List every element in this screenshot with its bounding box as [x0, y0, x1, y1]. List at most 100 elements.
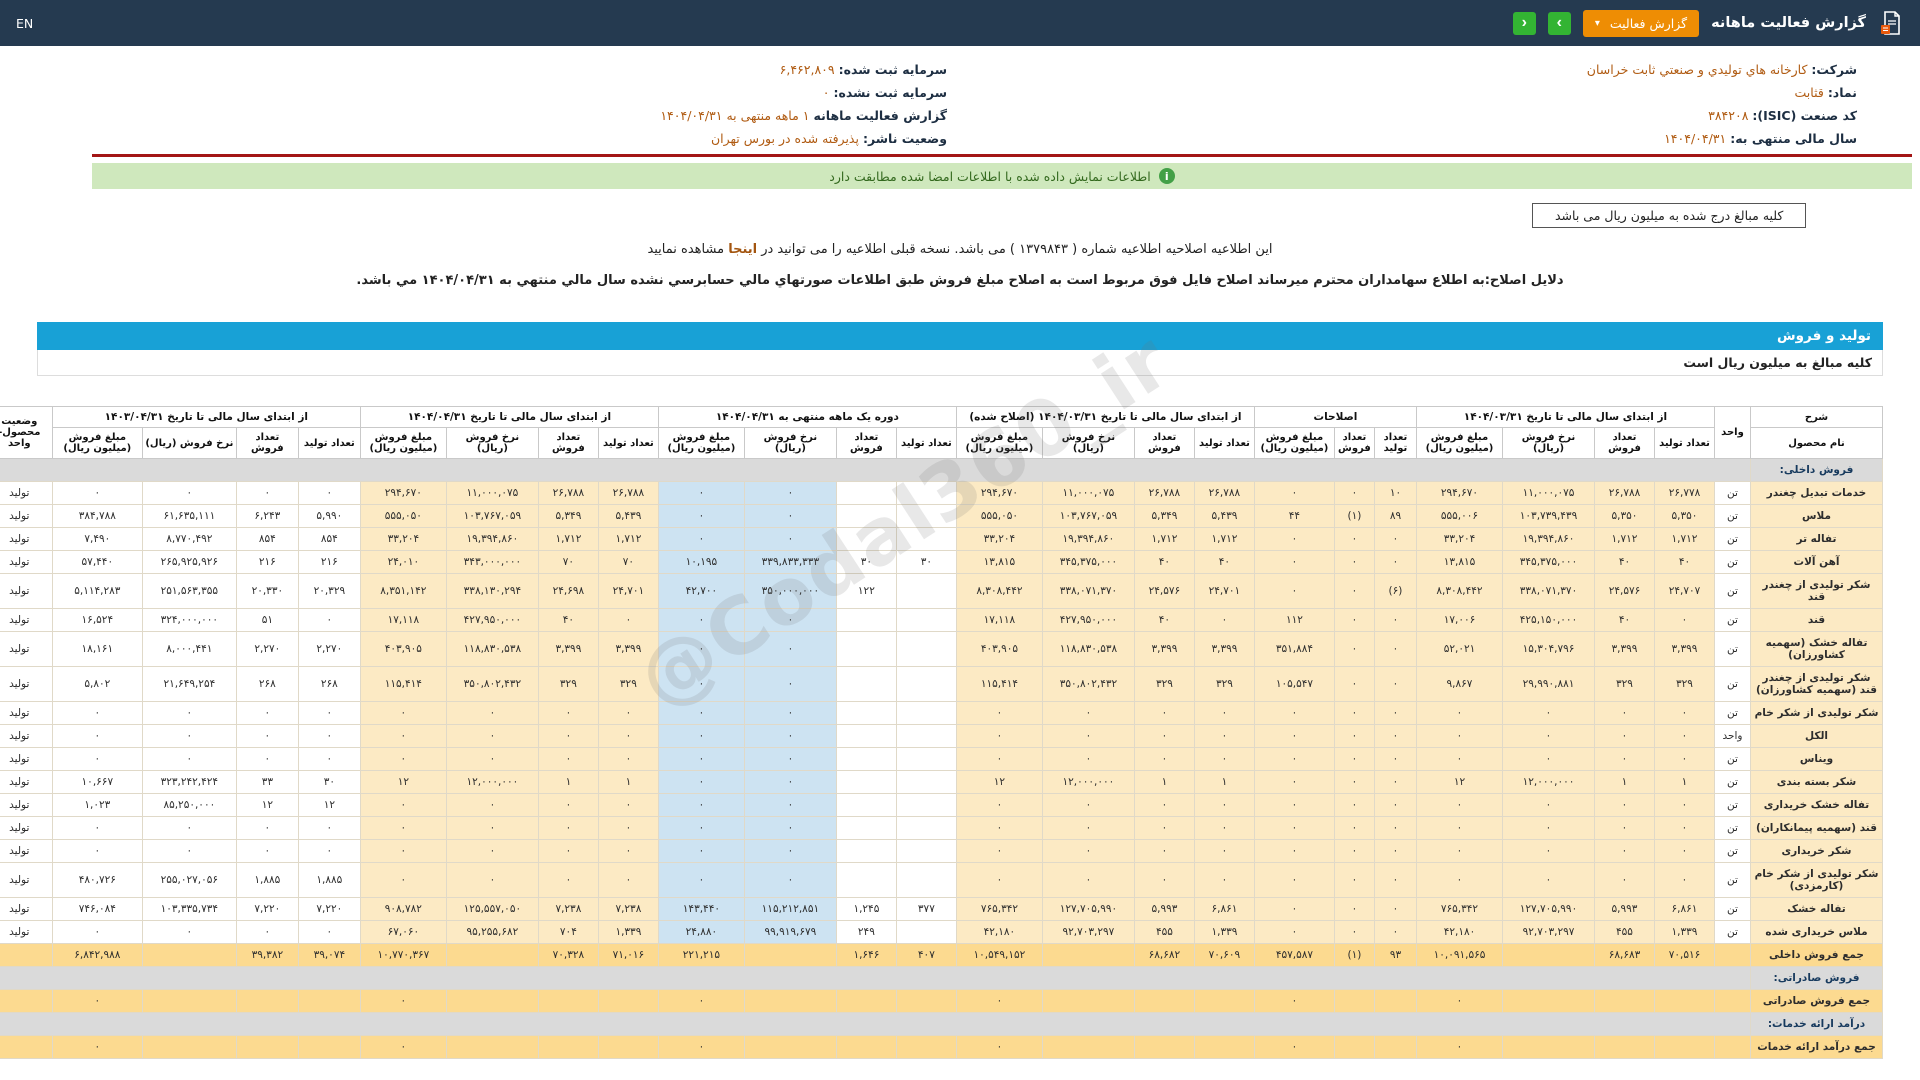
table-cell: ۴۰: [1133, 550, 1195, 574]
table-cell: ۰: [297, 608, 361, 632]
signature-match-text: اطلاعات نمایش داده شده با اطلاعات امضا ش…: [829, 168, 1151, 184]
table-cell: ۲۴,۰۱۰: [359, 550, 447, 574]
table-cell: ۰: [445, 701, 539, 725]
table-cell: ۸,۰۰۰,۴۴۱: [141, 631, 237, 667]
table-cell: ۰: [1193, 701, 1255, 725]
table-cell: ۰: [359, 724, 447, 748]
product-name: تفاله تر: [1750, 527, 1883, 551]
section-row: درآمد ارائه خدمات:: [0, 1012, 1883, 1036]
table-cell: ۱۴۳,۴۴۰: [657, 897, 745, 921]
report-type-dropdown[interactable]: گزارش فعالیت ▾: [1582, 9, 1700, 37]
product-name: قند (سهمیه پیمانکاران): [1750, 816, 1883, 840]
table-cell: [1193, 1035, 1255, 1059]
table-cell: ۰: [597, 816, 659, 840]
table-cell: ۱۲: [955, 770, 1043, 794]
table-cell: ۰: [1654, 862, 1715, 898]
table-cell: [1654, 989, 1715, 1013]
table-cell: ۷۰,۶۰۹: [1193, 943, 1255, 967]
table-cell: ۰: [1041, 747, 1135, 771]
table-cell: ۰: [1133, 839, 1195, 863]
product-unit: تن: [1714, 701, 1751, 725]
table-cell: ۰: [537, 816, 599, 840]
table-cell: ۰: [1654, 608, 1715, 632]
table-cell: ۳۳۸,۱۳۰,۲۹۴: [445, 573, 539, 609]
product-row: قند تن ۰ ۴۰ ۴۲۵,۱۵۰,۰۰۰ ۱۷,۰۰۶ ۰ ۰ ۱۱۲ ۰ ۴۰ ۴۲۷,۹۵۰…: [0, 608, 1883, 632]
info-row: نماد: قثابت سرمایه ثبت نشده: ۰: [92, 81, 1912, 104]
table-cell: [895, 481, 957, 505]
table-cell: ۰: [657, 989, 745, 1013]
table-cell: ۲,۲۷۰: [235, 631, 299, 667]
product-unit: تن: [1714, 770, 1751, 794]
table-cell: [835, 862, 897, 898]
table-cell: [895, 793, 957, 817]
table-cell: ۰: [743, 701, 837, 725]
table-cell: ۰: [1253, 527, 1335, 551]
table-cell: ۰: [1373, 770, 1417, 794]
table-cell: ۳۰: [895, 550, 957, 574]
table-cell: ۰: [955, 989, 1043, 1013]
table-cell: [743, 989, 837, 1013]
table-cell: ۰: [1193, 724, 1255, 748]
table-cell: ۰: [1502, 839, 1595, 863]
product-unit: تن: [1714, 573, 1751, 609]
table-cell: [1041, 943, 1135, 967]
product-name: شکر تولیدی از چغندر قند: [1750, 573, 1883, 609]
product-unit: تن: [1714, 550, 1751, 574]
table-cell: ۰: [445, 747, 539, 771]
table-cell: ۵,۸۰۲: [51, 666, 143, 702]
table-cell: [1594, 989, 1655, 1013]
table-cell: ۱۰۳,۷۶۷,۰۵۹: [1041, 504, 1135, 528]
table-cell: ۰: [657, 504, 745, 528]
table-cell: ۲۶,۷۸۸: [1594, 481, 1655, 505]
language-toggle-en[interactable]: EN: [16, 16, 33, 31]
table-cell: ۰: [297, 816, 361, 840]
table-cell: ۸,۷۷۰,۴۹۲: [141, 527, 237, 551]
isic-label: کد صنعت (ISIC):: [1752, 108, 1857, 123]
table-cell: ۱,۳۳۹: [597, 920, 659, 944]
table-cell: ۰: [955, 862, 1043, 898]
table-cell: ۰: [141, 724, 237, 748]
table-cell: [895, 839, 957, 863]
table-cell: ۱,۸۸۵: [297, 862, 361, 898]
table-cell: ۱۲: [235, 793, 299, 817]
table-cell: ۰: [359, 747, 447, 771]
table-cell: ۰: [1373, 701, 1417, 725]
table-cell: ۳۵۰,۸۰۲,۴۳۲: [1041, 666, 1135, 702]
previous-version-link[interactable]: اینجا: [728, 242, 757, 257]
table-cell: ۲۰,۳۲۹: [297, 573, 361, 609]
table-cell: ۰: [955, 1035, 1043, 1059]
table-cell: ۷۶۵,۳۴۲: [1415, 897, 1504, 921]
table-cell: ۲۹۴,۶۷۰: [955, 481, 1043, 505]
table-cell: ۱,۳۳۹: [1654, 920, 1715, 944]
table-cell: ۰: [657, 747, 745, 771]
prev-announcement-button[interactable]: ‹: [1512, 11, 1536, 35]
product-status: تولید: [0, 862, 53, 898]
table-cell: ۰: [51, 701, 143, 725]
table-cell: ۱۱۸,۸۳۰,۵۳۸: [1041, 631, 1135, 667]
table-cell: ۰: [1654, 816, 1715, 840]
header-sale-amount: مبلغ فروش (میلیون ریال): [657, 427, 745, 459]
next-announcement-button[interactable]: ›: [1547, 11, 1571, 35]
table-cell: ۰: [141, 481, 237, 505]
table-cell: [835, 724, 897, 748]
table-cell: ۹۰۸,۷۸۲: [359, 897, 447, 921]
header-group-corrections: اصلاحات: [1253, 406, 1417, 428]
table-cell: ۰: [597, 793, 659, 817]
table-cell: ۷۱,۰۱۶: [597, 943, 659, 967]
table-cell: ۷۰,۵۱۶: [1654, 943, 1715, 967]
table-cell: ۳۳۸,۰۷۱,۳۷۰: [1502, 573, 1595, 609]
table-cell: ۰: [1654, 793, 1715, 817]
table-cell: ۷,۲۲۰: [235, 897, 299, 921]
unregistered-capital-label: سرمایه ثبت نشده:: [833, 85, 947, 100]
product-status: تولید: [0, 608, 53, 632]
table-cell: ۰: [1415, 839, 1504, 863]
table-cell: ۷۰: [597, 550, 659, 574]
table-cell: ۲۵۱,۵۶۳,۳۵۵: [141, 573, 237, 609]
table-cell: ۰: [743, 839, 837, 863]
fiscal-year-label: سال مالی منتهی به:: [1730, 131, 1857, 146]
table-cell: ۰: [1373, 666, 1417, 702]
table-cell: ۱۲: [359, 770, 447, 794]
table-cell: [141, 1035, 237, 1059]
product-name: جمع درآمد ارائه خدمات: [1750, 1035, 1883, 1059]
table-cell: ۰: [1594, 862, 1655, 898]
